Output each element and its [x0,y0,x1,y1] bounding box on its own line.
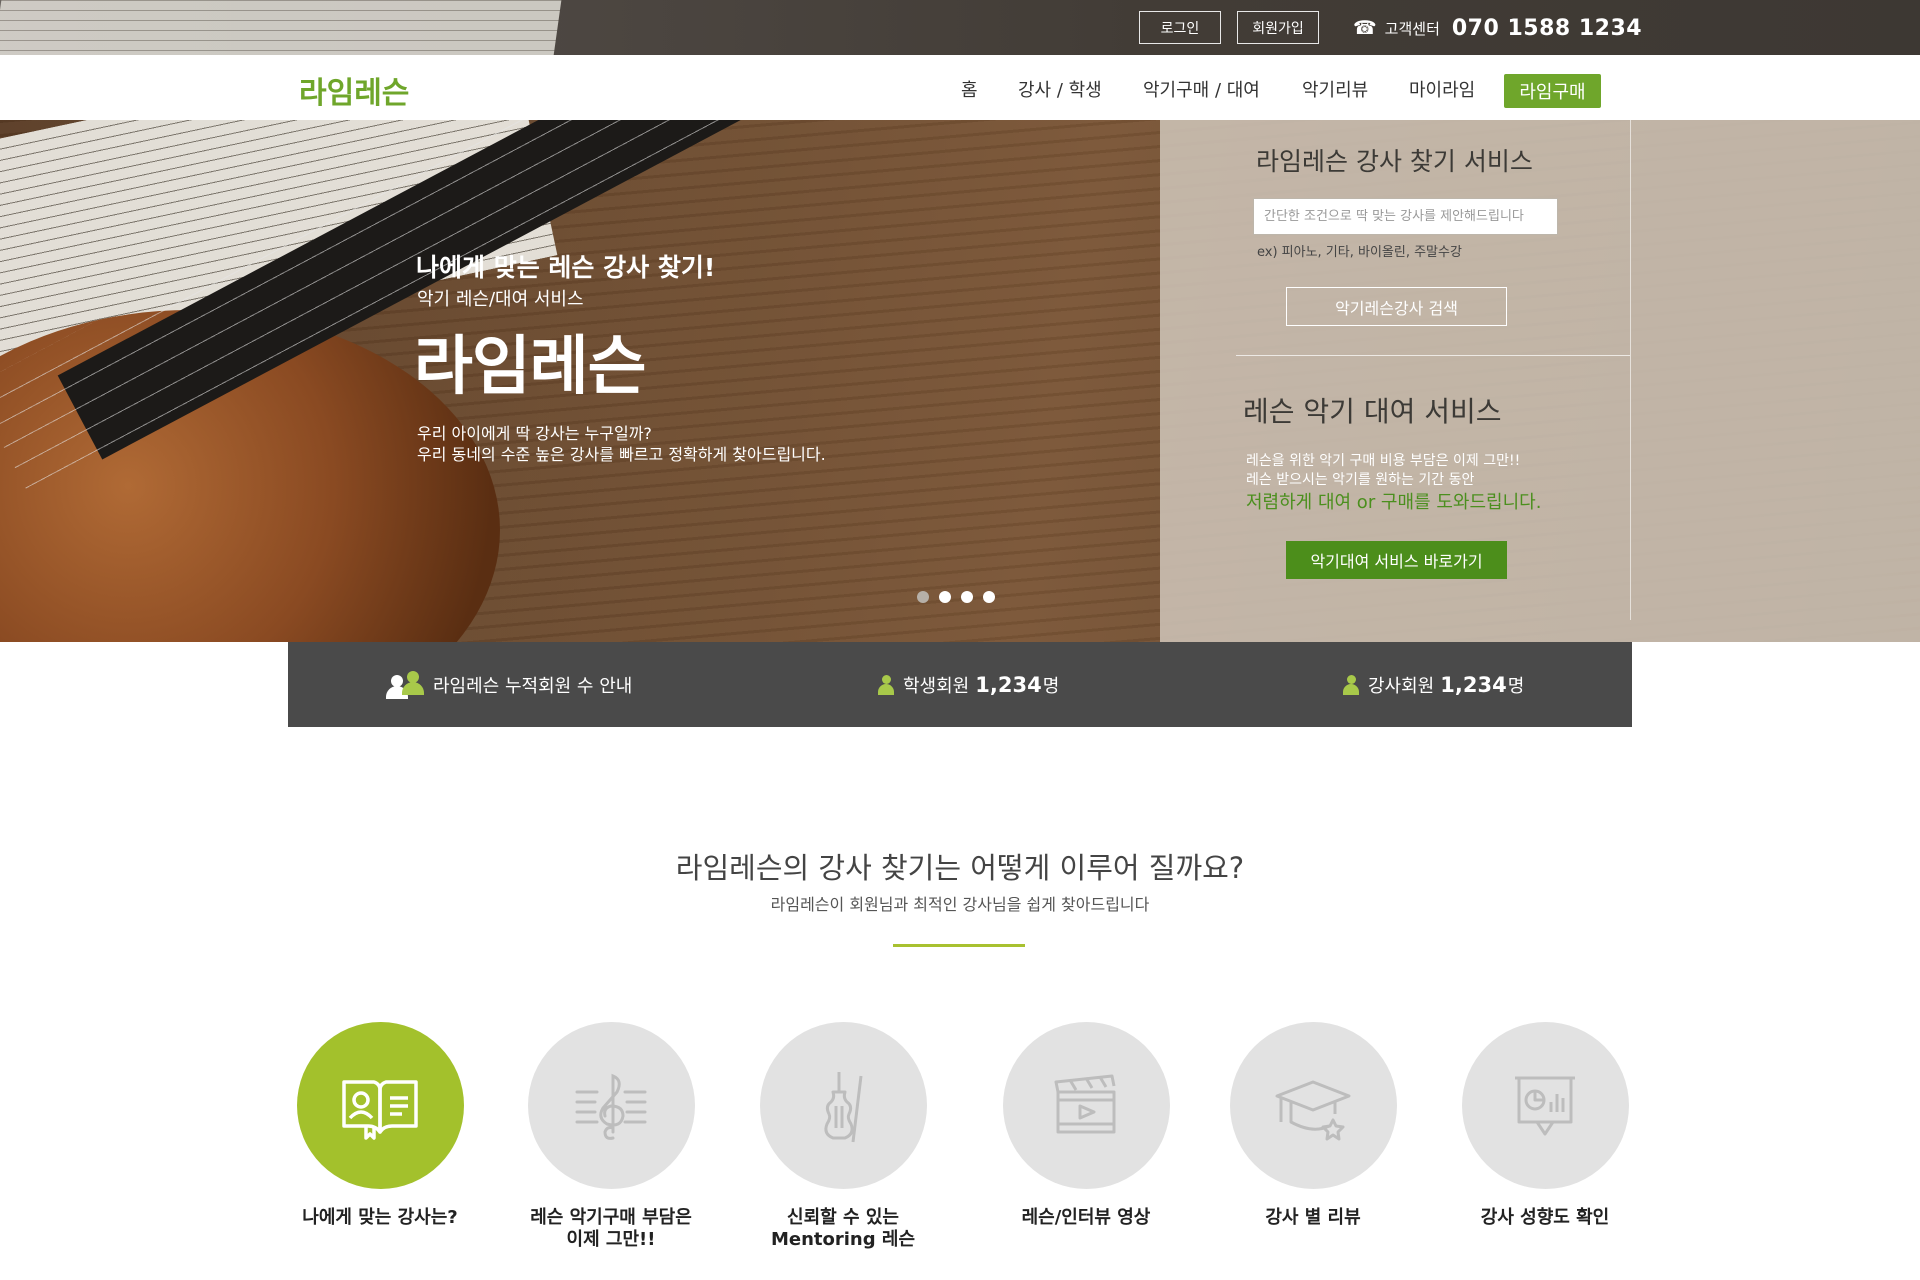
panel-divider [1236,355,1630,356]
top-bar: 로그인 회원가입 ☎ 고객센터 070 1588 1234 [0,0,1920,55]
feature-circle[interactable] [1461,1022,1629,1189]
total-members-label: 라임레슨 누적회원 수 안내 [433,675,633,697]
main-navigation: 라임레슨 홈 강사 / 학생 악기구매 / 대여 악기리뷰 마이라임 라임구매 [0,55,1920,120]
teacher-members-count: 1,234 [1440,672,1507,697]
rental-description-highlight: 저렴하게 대여 or 구매를 도와드립니다. [1246,492,1542,513]
customer-center-label: 고객센터 [1384,19,1440,38]
graduation-cap-icon [1275,1080,1351,1140]
teacher-members-stat: 강사회원 1,234 명 [1343,642,1524,727]
teacher-members-unit: 명 [1507,675,1525,697]
teacher-search-input[interactable] [1253,198,1558,235]
how-section-subtitle: 라임레슨이 회원님과 최적인 강사님을 쉽게 찾아드립니다 [770,895,1150,914]
feature-item: 강사 성향도 확인 [1425,1022,1665,1229]
feature-circle[interactable] [1002,1022,1170,1189]
feature-label: 강사 별 리뷰 [1193,1207,1433,1229]
feature-item: 강사 별 리뷰 [1193,1022,1433,1229]
how-section-title: 라임레슨의 강사 찾기는 어떻게 이루어 질까요? [675,851,1245,885]
student-members-stat: 학생회원 1,234 명 [878,642,1059,727]
feature-label: 레슨 악기구매 부담은 이제 그만!! [491,1207,731,1251]
video-clapper-icon [1054,1074,1116,1133]
customer-center-number: 070 1588 1234 [1451,15,1643,41]
feature-label: 레슨/인터뷰 영상 [966,1207,1206,1229]
nav-item-instrument-review[interactable]: 악기리뷰 [1302,73,1368,105]
person-icon [878,674,894,695]
total-members-stat: 라임레슨 누적회원 수 안내 [386,642,632,727]
feature-label: 강사 성향도 확인 [1425,1207,1665,1229]
teacher-search-title: 라임레슨 강사 찾기 서비스 [1256,147,1533,176]
feature-label-line1: 레슨/인터뷰 영상 [1021,1207,1151,1228]
nav-item-home[interactable]: 홈 [961,73,978,105]
feature-label-line1: 강사 별 리뷰 [1265,1207,1361,1228]
customer-center: ☎ 고객센터 070 1588 1234 [1353,12,1642,44]
rental-description-line1: 레슨을 위한 악기 구매 비용 부담은 이제 그만!! [1246,453,1521,469]
nav-item-instrument-buy-rent[interactable]: 악기구매 / 대여 [1143,73,1260,105]
feature-item: 나에게 맞는 강사는? [260,1022,500,1229]
login-button[interactable]: 로그인 [1139,11,1221,44]
nav-item-my-lime[interactable]: 마이라임 [1409,73,1475,105]
feature-label-line1: 레슨 악기구매 부담은 [530,1207,692,1228]
slider-dot[interactable] [983,591,995,603]
feature-label-line1: 신뢰할 수 있는 [787,1207,899,1228]
people-icon [386,670,424,699]
rental-description-line2: 레슨 받으시는 악기를 원하는 기간 동안 [1246,472,1475,488]
search-example: ex) 피아노, 기타, 바이올린, 주말수강 [1257,245,1462,260]
violin-icon [824,1071,863,1142]
rental-service-title: 레슨 악기 대여 서비스 [1243,395,1502,428]
student-members-count: 1,234 [975,672,1042,697]
feature-label-line2: 이제 그만!! [566,1229,656,1250]
feature-circle[interactable] [759,1022,927,1189]
rental-service-button[interactable]: 악기대여 서비스 바로가기 [1286,541,1507,579]
hero-banner: 나에게 맞는 레슨 강사 찾기! 악기 레슨/대여 서비스 라임레슨 우리 아이… [0,120,1920,642]
slider-dots [917,591,995,603]
feature-item: 레슨 악기구매 부담은 이제 그만!! [491,1022,731,1251]
join-button[interactable]: 회원가입 [1237,11,1319,44]
feature-label-line1: 강사 성향도 확인 [1480,1207,1610,1228]
hero-description-line2: 우리 동네의 수준 높은 강사를 빠르고 정확하게 찾아드립니다. [417,445,826,464]
feature-circle[interactable] [296,1022,464,1189]
student-members-label: 학생회원 [903,675,970,697]
student-members-unit: 명 [1042,675,1060,697]
hero-title: 라임레슨 [414,330,647,404]
slider-dot[interactable] [939,591,951,603]
treble-clef-icon [575,1073,647,1140]
feature-item: 레슨/인터뷰 영상 [966,1022,1206,1229]
hero-service-label: 악기 레슨/대여 서비스 [417,289,584,310]
feature-label-line1: 나에게 맞는 강사는? [302,1207,458,1228]
presentation-chart-icon [1515,1076,1575,1135]
member-stats-bar: 라임레슨 누적회원 수 안내 학생회원 1,234 명 강사회원 1,234 명 [288,642,1632,727]
feature-circle[interactable] [527,1022,695,1189]
nav-buy-button[interactable]: 라임구매 [1504,74,1601,108]
open-book-icon [342,1079,418,1140]
panel-divider [1630,120,1631,620]
feature-label-line2: Mentoring 레슨 [770,1229,916,1250]
feature-item: 신뢰할 수 있는 Mentoring 레슨 [723,1022,963,1251]
sheet-music-background [0,0,568,55]
slider-dot[interactable] [917,591,929,603]
feature-circle[interactable] [1229,1022,1397,1189]
logo[interactable]: 라임레슨 [299,68,409,112]
feature-label: 나에게 맞는 강사는? [260,1207,500,1229]
phone-icon: ☎ [1353,17,1377,39]
feature-label: 신뢰할 수 있는 Mentoring 레슨 [723,1207,963,1251]
nav-item-teacher-student[interactable]: 강사 / 학생 [1018,73,1102,105]
section-divider [893,944,1025,947]
hero-subtitle: 나에게 맞는 레슨 강사 찾기! [416,253,716,282]
teacher-search-button[interactable]: 악기레슨강사 검색 [1286,287,1507,326]
slider-dot[interactable] [961,591,973,603]
teacher-members-label: 강사회원 [1368,675,1435,697]
person-icon [1343,674,1359,695]
